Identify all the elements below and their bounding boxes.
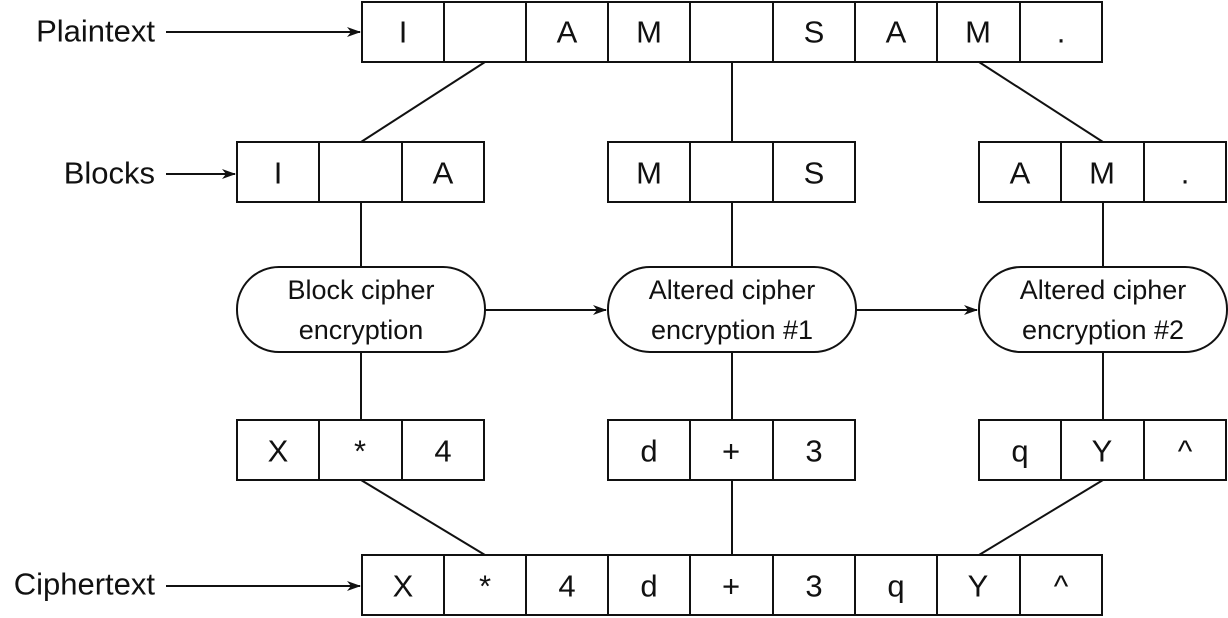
svg-text:M: M xyxy=(965,15,991,50)
block-cell: M xyxy=(1060,141,1145,203)
encrypted-cell: 3 xyxy=(772,419,856,481)
block-cell: I xyxy=(236,141,320,203)
cipher-node-1-line-2: encryption xyxy=(299,315,424,345)
svg-text:A: A xyxy=(557,15,578,50)
connector-plaintext-to-block-1 xyxy=(360,61,486,143)
block-cell xyxy=(318,141,403,203)
svg-text:M: M xyxy=(636,15,662,50)
svg-text:X: X xyxy=(268,434,289,469)
plaintext-label: Plaintext xyxy=(36,14,155,49)
svg-text:S: S xyxy=(804,15,825,50)
svg-text:.: . xyxy=(1057,15,1066,50)
svg-text:+: + xyxy=(722,569,740,604)
svg-text:q: q xyxy=(1011,434,1028,469)
cipher-node-1-line-1: Block cipher xyxy=(287,275,434,305)
svg-text:A: A xyxy=(433,156,454,191)
encrypted-block-3: q Y ^ xyxy=(978,419,1227,481)
ciphertext-cell: X xyxy=(361,554,445,616)
svg-text:S: S xyxy=(804,156,825,191)
encrypted-block-2: d + 3 xyxy=(607,419,856,481)
ciphertext-cell: ^ xyxy=(1019,554,1103,616)
encrypted-cell: 4 xyxy=(401,419,485,481)
cipher-node-2-line-1: Altered cipher xyxy=(649,275,816,305)
block-cell: S xyxy=(772,141,856,203)
ciphertext-row: X * 4 d + 3 q Y ^ xyxy=(361,554,1103,616)
ciphertext-cell: 4 xyxy=(525,554,609,616)
cipher-node-3-line-1: Altered cipher xyxy=(1020,275,1187,305)
ciphertext-cell: + xyxy=(689,554,774,616)
svg-text:A: A xyxy=(886,15,907,50)
block-cell: A xyxy=(401,141,485,203)
svg-text:*: * xyxy=(479,569,491,604)
svg-text:X: X xyxy=(393,569,414,604)
ciphertext-cell: d xyxy=(607,554,691,616)
plaintext-label-group: Plaintext xyxy=(36,14,361,49)
block-cell xyxy=(689,141,774,203)
svg-text:M: M xyxy=(636,156,662,191)
cipher-node-3-line-2: encryption #2 xyxy=(1022,315,1184,345)
block-cipher-diagram: Plaintext Blocks Ciphertext I A M S A M … xyxy=(14,1,1228,616)
svg-text:.: . xyxy=(1181,156,1190,191)
encrypted-cell: q xyxy=(978,419,1062,481)
svg-text:A: A xyxy=(1010,156,1031,191)
ciphertext-cell: q xyxy=(854,554,938,616)
plaintext-cell: . xyxy=(1019,1,1103,63)
blocks-label-group: Blocks xyxy=(64,156,236,191)
encrypted-cell: Y xyxy=(1060,419,1145,481)
plaintext-cell: M xyxy=(607,1,691,63)
plaintext-row: I A M S A M . xyxy=(361,1,1103,63)
encrypted-cell: + xyxy=(689,419,774,481)
svg-text:3: 3 xyxy=(805,569,822,604)
block-3: A M . xyxy=(978,141,1227,203)
plaintext-cell: I xyxy=(361,1,445,63)
cipher-node-2-line-2: encryption #1 xyxy=(651,315,813,345)
cipher-node-1: Block cipher encryption xyxy=(236,266,486,353)
svg-text:I: I xyxy=(274,156,283,191)
svg-text:+: + xyxy=(722,434,740,469)
plaintext-cell: M xyxy=(936,1,1021,63)
encrypted-cell: ^ xyxy=(1143,419,1227,481)
svg-text:^: ^ xyxy=(1178,434,1193,469)
plaintext-cell: A xyxy=(525,1,609,63)
svg-text:M: M xyxy=(1089,156,1115,191)
connector-plaintext-to-block-3 xyxy=(978,61,1104,143)
ciphertext-cell: 3 xyxy=(772,554,856,616)
block-cell: . xyxy=(1143,141,1227,203)
ciphertext-label: Ciphertext xyxy=(14,567,156,602)
ciphertext-label-group: Ciphertext xyxy=(14,567,361,602)
connector-output-1-to-ciphertext xyxy=(360,479,486,556)
plaintext-cell: S xyxy=(772,1,856,63)
ciphertext-cell: Y xyxy=(936,554,1021,616)
svg-text:^: ^ xyxy=(1054,569,1069,604)
svg-text:3: 3 xyxy=(805,434,822,469)
block-2: M S xyxy=(607,141,856,203)
block-1: I A xyxy=(236,141,485,203)
ciphertext-cell: * xyxy=(443,554,527,616)
svg-text:I: I xyxy=(399,15,408,50)
svg-text:4: 4 xyxy=(558,569,575,604)
encrypted-block-1: X * 4 xyxy=(236,419,485,481)
svg-text:*: * xyxy=(354,434,366,469)
plaintext-cell: A xyxy=(854,1,938,63)
svg-text:Y: Y xyxy=(968,569,989,604)
svg-text:4: 4 xyxy=(434,434,451,469)
blocks-label: Blocks xyxy=(64,156,155,191)
connector-output-3-to-ciphertext xyxy=(978,479,1104,556)
svg-text:q: q xyxy=(887,569,904,604)
encrypted-cell: d xyxy=(607,419,691,481)
cipher-node-2: Altered cipher encryption #1 xyxy=(607,266,857,353)
block-cell: A xyxy=(978,141,1062,203)
block-cell: M xyxy=(607,141,691,203)
svg-text:Y: Y xyxy=(1092,434,1113,469)
encrypted-cell: * xyxy=(318,419,403,481)
cipher-node-3: Altered cipher encryption #2 xyxy=(978,266,1228,353)
encrypted-cell: X xyxy=(236,419,320,481)
svg-text:d: d xyxy=(640,434,657,469)
svg-text:d: d xyxy=(640,569,657,604)
plaintext-cell xyxy=(689,1,774,63)
plaintext-cell xyxy=(443,1,527,63)
